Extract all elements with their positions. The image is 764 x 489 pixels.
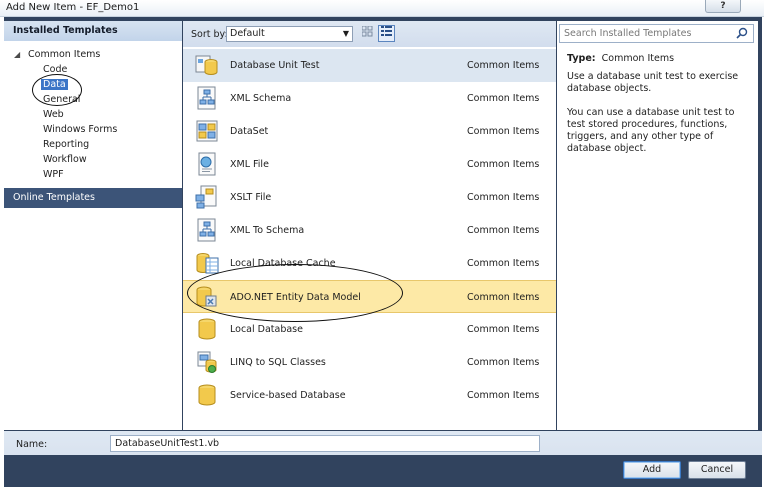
template-name: DataSet (230, 126, 269, 137)
online-templates-header[interactable]: Online Templates (4, 188, 182, 208)
expand-toggle-icon[interactable]: ◢ (14, 50, 28, 59)
window-title: Add New Item - EF_Demo1 (6, 2, 140, 13)
template-category: Common Items (467, 93, 540, 104)
local-database-icon (198, 318, 216, 340)
sort-by-dropdown[interactable]: Default ▼ (226, 26, 353, 42)
details-panel: Search Installed Templates Type: Common … (557, 21, 758, 430)
tree-item-wpf[interactable]: WPF (43, 169, 64, 180)
sort-by-value: Default (230, 28, 265, 39)
local-database-cache-icon (196, 253, 219, 274)
linq-to-sql-icon (197, 351, 217, 373)
template-name: Local Database (230, 324, 303, 335)
template-category: Common Items (467, 126, 540, 137)
sort-by-label: Sort by: (191, 29, 228, 40)
search-placeholder: Search Installed Templates (564, 28, 692, 39)
annotation-ellipse-data (32, 74, 82, 106)
template-row-dataset[interactable]: DataSet Common Items (183, 115, 556, 148)
search-icon[interactable] (736, 27, 748, 39)
template-name: XML File (230, 159, 269, 170)
template-type: Type: Common Items (567, 53, 674, 64)
type-value: Common Items (601, 53, 675, 64)
title-bar: Add New Item - EF_Demo1 ? (0, 0, 764, 17)
template-category: Common Items (467, 60, 540, 71)
dataset-icon (196, 120, 218, 142)
search-input[interactable]: Search Installed Templates (559, 24, 754, 43)
template-name: XML To Schema (230, 225, 305, 236)
template-name: Service-based Database (230, 390, 346, 401)
tree-item-workflow[interactable]: Workflow (43, 154, 87, 165)
template-row-service-based-database[interactable]: Service-based Database Common Items (183, 379, 556, 412)
installed-templates-header[interactable]: Installed Templates (4, 21, 182, 41)
template-row-xslt-file[interactable]: XSLT File Common Items (183, 181, 556, 214)
template-category: Common Items (467, 357, 540, 368)
template-name: XSLT File (230, 192, 272, 203)
template-row-xml-to-schema[interactable]: XML To Schema Common Items (183, 214, 556, 247)
template-category: Common Items (467, 258, 540, 269)
template-category: Common Items (467, 324, 540, 335)
name-label: Name: (16, 439, 48, 450)
type-label: Type: (567, 53, 596, 64)
cancel-button[interactable]: Cancel (688, 461, 746, 479)
template-name: Database Unit Test (230, 60, 320, 71)
xml-file-icon (198, 152, 216, 176)
template-category: Common Items (467, 225, 540, 236)
template-category: Common Items (467, 292, 540, 303)
template-name: XML Schema (230, 93, 292, 104)
template-description-detail: You can use a database unit test to test… (567, 107, 735, 154)
tree-node-label: Common Items (28, 49, 101, 60)
template-category: Common Items (467, 192, 540, 203)
add-button[interactable]: Add (623, 461, 681, 479)
dialog-footer: Name: Add Cancel (4, 431, 762, 487)
xml-schema-icon (197, 86, 216, 110)
templates-list: Database Unit Test Common Items XML Sche… (183, 49, 556, 412)
tree-node-common-items[interactable]: ◢ Common Items (14, 49, 100, 60)
xslt-file-icon (195, 185, 217, 209)
tree-item-reporting[interactable]: Reporting (43, 139, 89, 150)
xml-to-schema-icon (197, 218, 216, 242)
list-toolbar: Sort by: Default ▼ (183, 21, 556, 47)
dropdown-arrow-icon: ▼ (342, 29, 349, 38)
service-database-icon (198, 384, 216, 406)
name-field[interactable] (110, 435, 540, 452)
template-row-xml-file[interactable]: XML File Common Items (183, 148, 556, 181)
templates-tree-panel: Installed Templates ◢ Common Items Code … (4, 21, 182, 430)
medium-icons-view-button[interactable] (359, 25, 376, 42)
template-name: LINQ to SQL Classes (230, 357, 326, 368)
templates-list-panel: Sort by: Default ▼ Database Unit Test Co… (183, 21, 556, 430)
list-view-icon (381, 26, 392, 36)
template-row-database-unit-test[interactable]: Database Unit Test Common Items (183, 49, 556, 82)
annotation-ellipse-entity-model (187, 264, 403, 322)
template-row-xml-schema[interactable]: XML Schema Common Items (183, 82, 556, 115)
template-description: Use a database unit test to exercise dat… (567, 71, 739, 94)
template-row-linq-to-sql-classes[interactable]: LINQ to SQL Classes Common Items (183, 346, 556, 379)
details-view-button[interactable] (378, 25, 395, 42)
grid-view-icon (361, 25, 373, 37)
tree-item-web[interactable]: Web (43, 109, 64, 120)
help-button[interactable]: ? (705, 0, 741, 13)
database-unit-test-icon (195, 55, 218, 75)
tree-item-windows-forms[interactable]: Windows Forms (43, 124, 117, 135)
template-category: Common Items (467, 159, 540, 170)
template-category: Common Items (467, 390, 540, 401)
